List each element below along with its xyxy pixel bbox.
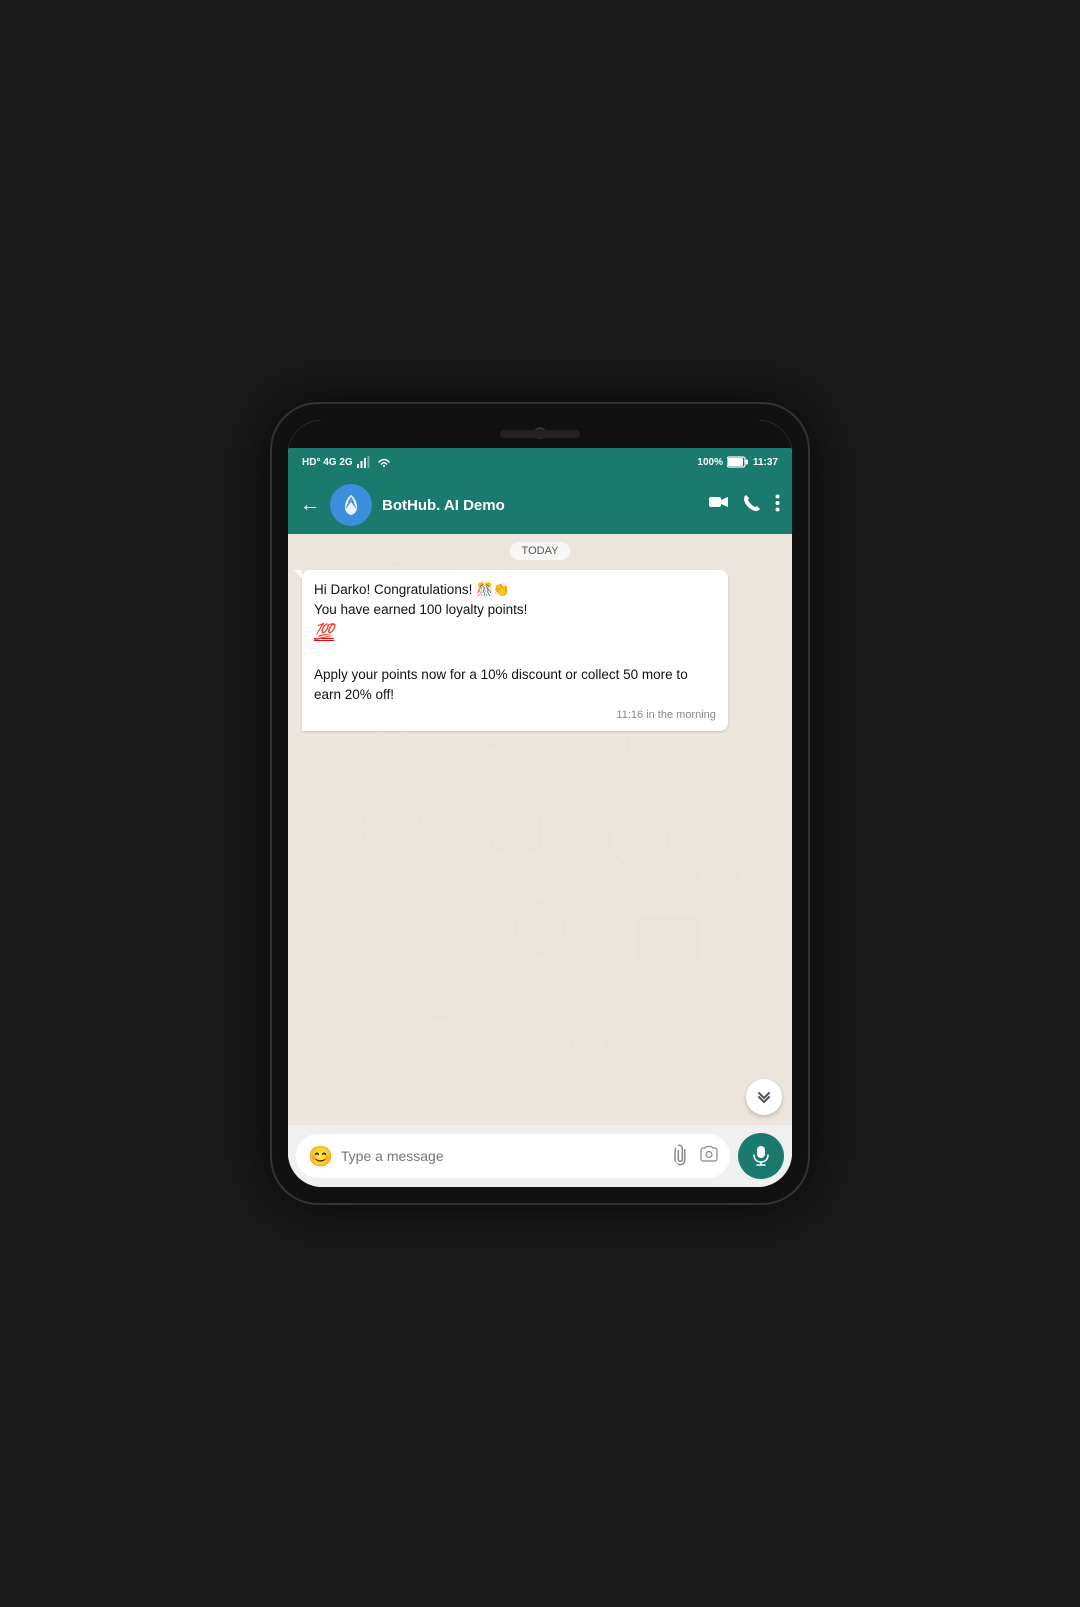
status-network: HD° 4G 2G — [302, 457, 353, 468]
paperclip-icon — [669, 1142, 694, 1167]
status-bar: HD° 4G 2G 100% — [288, 448, 792, 476]
wifi-icon — [377, 457, 391, 468]
microphone-icon — [753, 1146, 769, 1166]
battery-level: 100% — [697, 457, 723, 468]
video-icon-svg — [709, 496, 729, 510]
date-badge-text: TODAY — [510, 542, 571, 560]
header-icons — [709, 494, 780, 517]
chat-content: TODAY Hi Darko! Congratulations! 🎊👏 You … — [288, 534, 792, 1125]
message-text: Hi Darko! Congratulations! 🎊👏 You have e… — [314, 580, 716, 705]
message-line2: You have earned 100 loyalty points! — [314, 602, 527, 617]
message-input[interactable] — [341, 1148, 666, 1164]
camera-button[interactable] — [700, 1146, 718, 1167]
date-badge: TODAY — [298, 542, 782, 560]
input-wrapper: 😊 — [296, 1134, 730, 1178]
header-info: BotHub. AI Demo — [382, 497, 699, 514]
avatar-inner — [330, 484, 372, 526]
phone-frame: HD° 4G 2G 100% — [270, 402, 810, 1205]
more-options-icon[interactable] — [775, 494, 780, 517]
avatar — [330, 484, 372, 526]
message-line1: Hi Darko! Congratulations! 🎊👏 — [314, 582, 510, 597]
status-left: HD° 4G 2G — [302, 456, 391, 468]
contact-name: BotHub. AI Demo — [382, 497, 699, 514]
scroll-to-bottom-button[interactable] — [746, 1079, 782, 1115]
mic-button[interactable] — [738, 1133, 784, 1179]
chevron-down-icon — [757, 1090, 771, 1104]
back-button[interactable]: ← — [300, 494, 320, 517]
chat-header: ← BotHub. AI Demo — [288, 476, 792, 534]
clock: 11:37 — [753, 457, 778, 468]
message-timestamp: 11:16 in the morning — [314, 709, 716, 721]
video-call-icon[interactable] — [709, 496, 729, 515]
chat-area: TODAY Hi Darko! Congratulations! 🎊👏 You … — [288, 534, 792, 1125]
signal-icon — [357, 456, 373, 468]
phone-top-bar — [288, 420, 792, 448]
message-bubble: Hi Darko! Congratulations! 🎊👏 You have e… — [302, 570, 728, 731]
status-right: 100% 11:37 — [697, 456, 778, 468]
phone-inner: HD° 4G 2G 100% — [288, 420, 792, 1187]
bothub-logo-icon — [335, 489, 367, 521]
phone-icon-svg — [743, 494, 761, 512]
attach-button[interactable] — [669, 1142, 698, 1171]
camera-icon — [700, 1146, 718, 1162]
message-line3: Apply your points now for a 10% discount… — [314, 667, 688, 702]
input-bar: 😊 — [288, 1125, 792, 1187]
dots-icon-svg — [775, 494, 780, 512]
emoji-100: 💯 — [314, 624, 334, 641]
speaker — [500, 430, 580, 438]
phone-call-icon[interactable] — [743, 494, 761, 517]
emoji-button[interactable]: 😊 — [308, 1144, 333, 1169]
battery-icon — [727, 456, 749, 468]
